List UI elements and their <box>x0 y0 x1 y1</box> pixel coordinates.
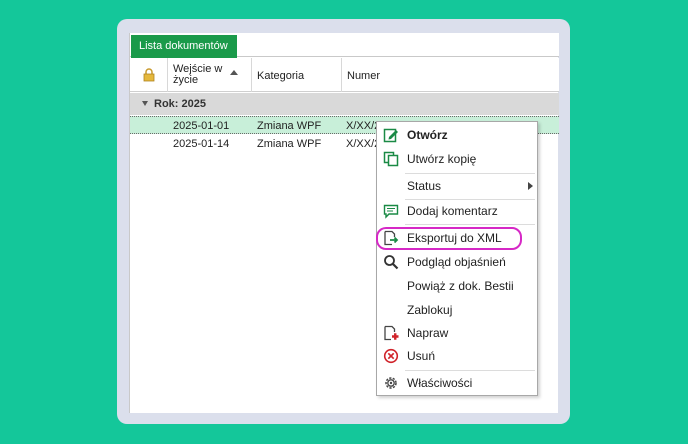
copy-icon <box>383 151 399 167</box>
menu-item-label: Status <box>407 179 442 193</box>
group-row[interactable]: Rok: 2025 <box>130 93 559 115</box>
menu-item-label: Dodaj komentarz <box>407 204 498 218</box>
tab-strip: Lista dokumentów <box>130 33 559 58</box>
column-header-number[interactable]: Numer <box>342 58 559 92</box>
tab-document-list[interactable]: Lista dokumentów <box>131 35 237 58</box>
cell-date: 2025-01-01 <box>173 120 230 132</box>
menu-item-status[interactable]: Status <box>377 175 537 197</box>
gear-icon <box>385 377 397 389</box>
cell-category: Zmiana WPF <box>257 138 322 150</box>
menu-item-link-bestia[interactable]: Powiąż z dok. Bestii <box>377 275 537 297</box>
menu-separator <box>405 173 535 174</box>
cell-date: 2025-01-14 <box>173 138 230 150</box>
group-label: Rok: 2025 <box>154 98 206 110</box>
menu-separator <box>405 370 535 371</box>
menu-item-label: Podgląd objaśnień <box>407 255 506 269</box>
menu-item-properties[interactable]: Właściwości <box>377 372 537 394</box>
menu-item-label: Właściwości <box>407 376 473 390</box>
repair-icon <box>384 325 399 341</box>
column-header-date-label: Wejście w życie <box>173 63 223 86</box>
menu-item-label: Zablokuj <box>407 303 453 317</box>
grid-header: Wejście w życie Kategoria Numer <box>130 58 559 92</box>
column-header-date[interactable]: Wejście w życie <box>168 58 252 92</box>
menu-item-copy[interactable]: Utwórz kopię <box>377 148 537 170</box>
collapse-icon[interactable] <box>142 101 148 106</box>
lock-icon <box>143 68 155 82</box>
menu-item-open[interactable]: Otwórz <box>377 124 537 146</box>
menu-item-label: Napraw <box>407 326 449 340</box>
highlight-ring <box>376 227 522 250</box>
cell-category: Zmiana WPF <box>257 120 322 132</box>
column-header-category[interactable]: Kategoria <box>252 58 342 92</box>
menu-separator <box>405 224 535 225</box>
menu-item-lock[interactable]: Zablokuj <box>377 299 537 321</box>
menu-item-add-comment[interactable]: Dodaj komentarz <box>377 200 537 222</box>
menu-item-label: Utwórz kopię <box>407 152 477 166</box>
sort-ascending-icon <box>230 70 238 75</box>
menu-item-label: Powiąż z dok. Bestii <box>407 279 514 293</box>
menu-item-preview[interactable]: Podgląd objaśnień <box>377 251 537 273</box>
cell-number: X/XX/2025 <box>346 138 376 150</box>
context-menu: Otwórz Utwórz kopię Status Dodaj komenta… <box>376 121 538 396</box>
cell-number: X/XX/2025 <box>346 120 376 132</box>
edit-icon <box>383 128 398 143</box>
column-header-lock[interactable] <box>130 58 168 92</box>
menu-item-repair[interactable]: Napraw <box>377 322 537 344</box>
search-icon <box>384 255 399 270</box>
menu-item-label: Otwórz <box>407 128 448 142</box>
delete-icon <box>383 348 399 364</box>
comment-icon <box>383 204 399 219</box>
menu-item-label: Usuń <box>407 349 436 363</box>
submenu-arrow-icon <box>528 182 533 190</box>
menu-item-delete[interactable]: Usuń <box>377 345 537 367</box>
